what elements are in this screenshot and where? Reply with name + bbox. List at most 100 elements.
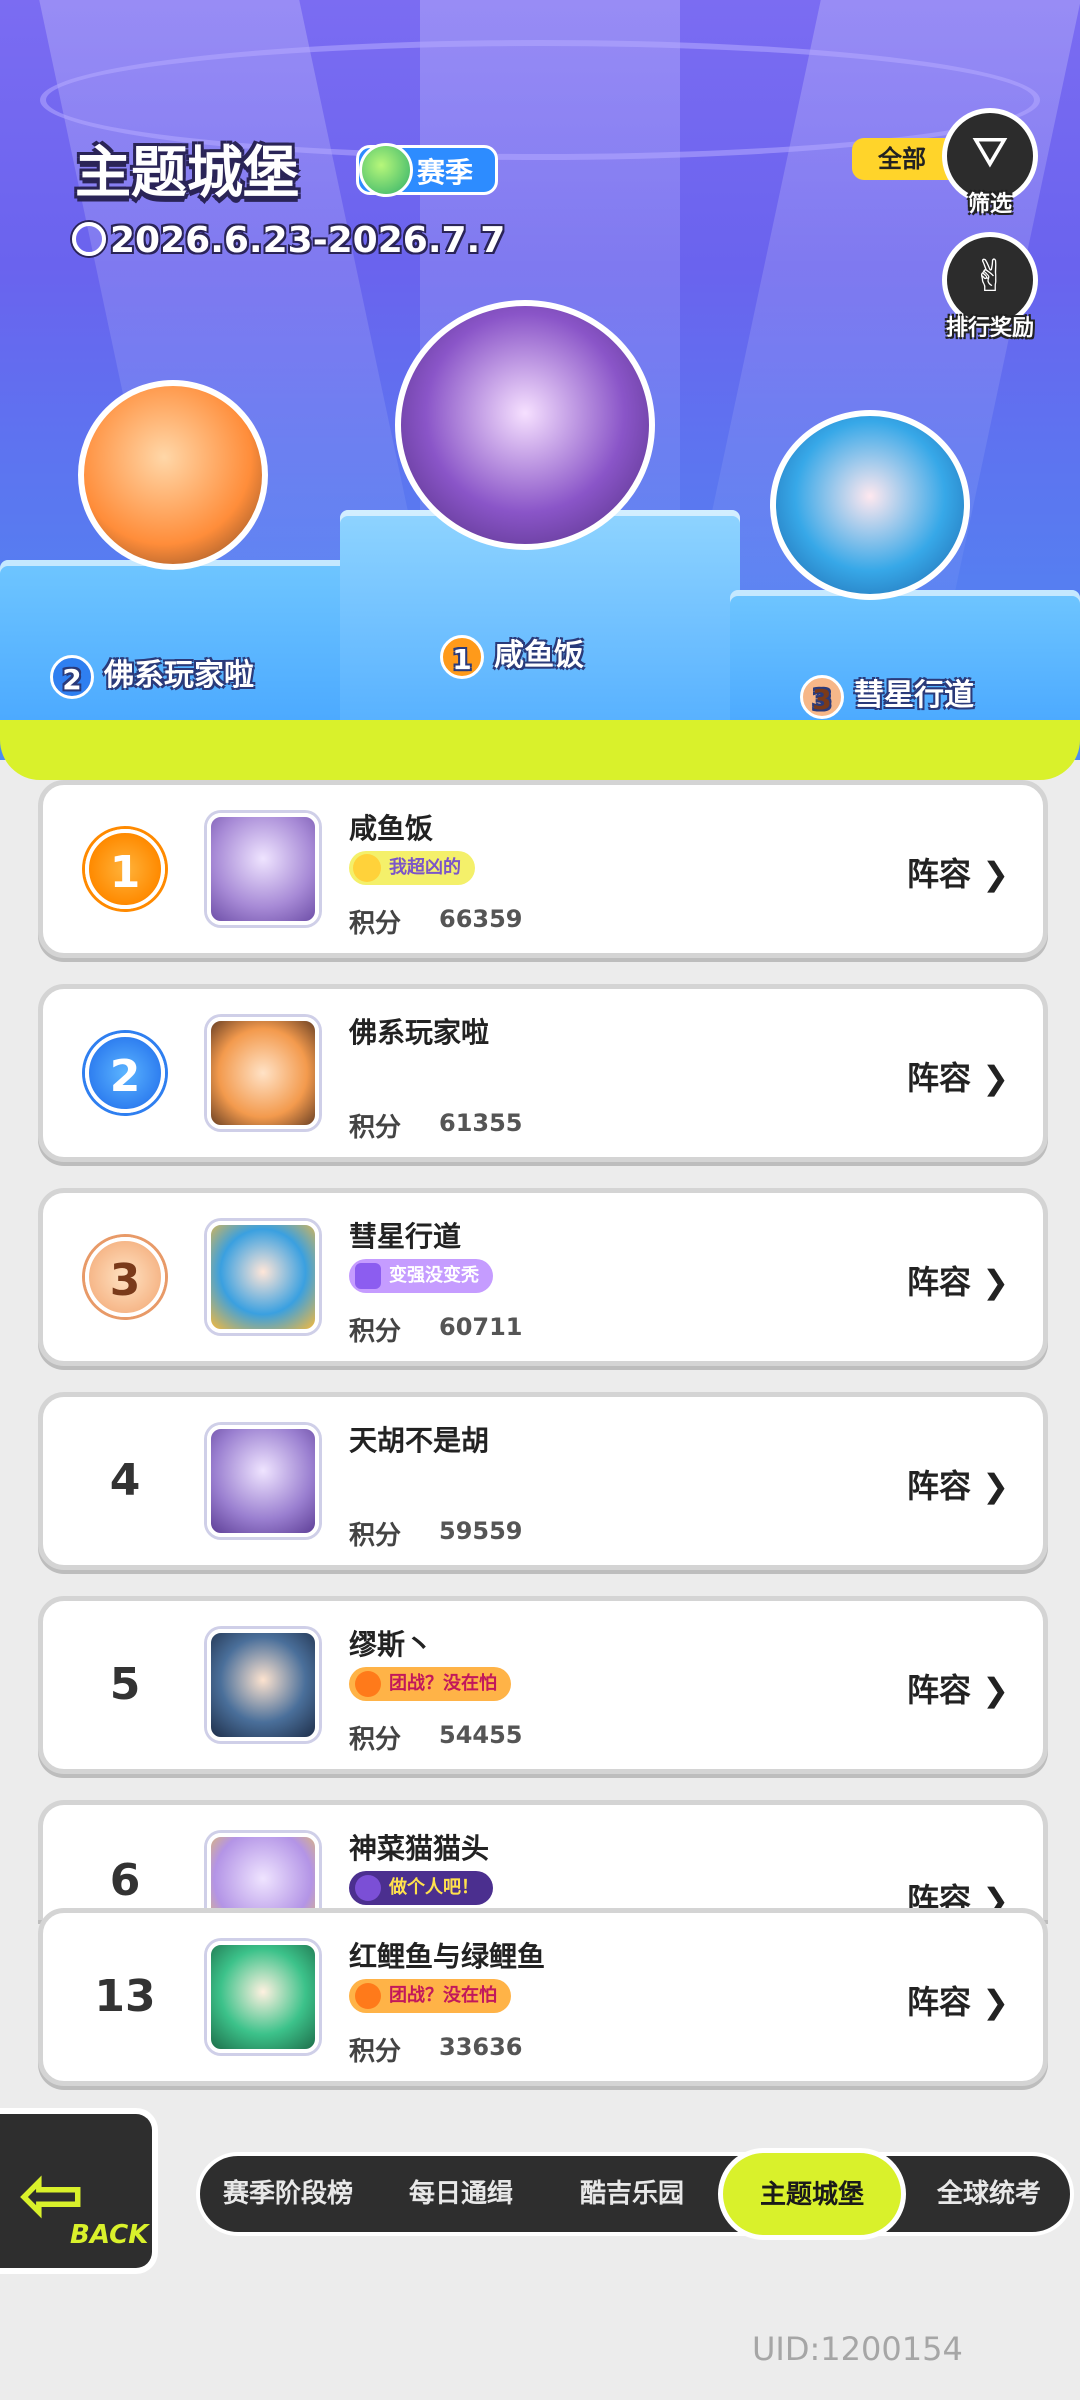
title-badge-text: 我超凶的 <box>389 857 461 878</box>
season-badge: 赛季 <box>356 143 499 197</box>
badge-icon <box>355 1875 381 1901</box>
player-name: 佛系玩家啦 <box>349 1016 490 1049</box>
score-value: 60711 <box>439 1313 523 1341</box>
title-badge: 团战？没在怕 <box>349 1979 511 2013</box>
podium-name-2: 2 佛系玩家啦 <box>50 650 254 699</box>
tab-kuji-park[interactable]: 酷吉乐园 <box>546 2156 718 2232</box>
tab-season-stage[interactable]: 赛季阶段榜 <box>200 2156 376 2232</box>
score-label: 积分 <box>349 1521 402 1551</box>
player-name: 咸鱼饭 <box>349 812 434 845</box>
lineup-button[interactable]: 阵容 ❯ <box>907 1977 1009 2023</box>
rank-medal-3: 3 <box>85 1237 165 1317</box>
lineup-button[interactable]: 阵容 ❯ <box>907 1257 1009 1303</box>
leaf-icon <box>355 1671 381 1697</box>
avatar[interactable] <box>207 1941 319 2053</box>
podium-character-3[interactable] <box>770 410 970 600</box>
gift-icon: ✌ <box>971 251 1009 302</box>
title-badge-text: 做个人吧！ <box>389 1877 479 1898</box>
avatar[interactable] <box>207 1017 319 1129</box>
chevron-right-icon: ❯ <box>971 1059 1009 1097</box>
lineup-label: 阵容 <box>907 1983 972 2021</box>
back-button[interactable]: ⇦ BACK <box>0 2108 158 2274</box>
season-badge-label: 赛季 <box>417 156 474 189</box>
rank-row-4[interactable]: 4 天胡不是胡 积分 59559 阵容 ❯ <box>38 1392 1048 1570</box>
lineup-label: 阵容 <box>907 855 972 893</box>
podium-rank-3-icon: 3 <box>800 674 844 719</box>
score-label: 积分 <box>349 1317 402 1347</box>
title-badge-text: 团战？没在怕 <box>389 1673 497 1694</box>
score-label: 积分 <box>349 909 402 939</box>
podium-name-3: 3 彗星行道 <box>800 670 974 719</box>
rank-medal-1: 1 <box>85 829 165 909</box>
player-name: 缪斯丶 <box>349 1628 434 1661</box>
lineup-label: 阵容 <box>907 1671 972 1709</box>
podium-stage-2 <box>0 560 380 730</box>
score-value: 33636 <box>439 2033 523 2061</box>
user-id: UID:1200154 <box>752 2330 963 2368</box>
podium-character-2[interactable] <box>78 380 268 570</box>
clock-icon <box>72 222 106 256</box>
player-name: 红鲤鱼与绿鲤鱼 <box>349 1940 546 1973</box>
rank-row-3[interactable]: 3 彗星行道 变强没变秃 积分 60711 阵容 ❯ <box>38 1188 1048 1366</box>
chevron-right-icon: ❯ <box>971 1983 1009 2021</box>
tab-theme-castle[interactable]: 主题城堡 <box>718 2148 906 2240</box>
filter-icon: ⛛ <box>971 127 1009 178</box>
title-badge-text: 团战？没在怕 <box>389 1985 497 2006</box>
podium-name-1: 1 咸鱼饭 <box>440 630 584 679</box>
leaf-icon <box>355 1983 381 2009</box>
player-name: 神菜猫猫头 <box>349 1832 490 1865</box>
rank-row-2[interactable]: 2 佛系玩家啦 积分 61355 阵容 ❯ <box>38 984 1048 1162</box>
chevron-right-icon: ❯ <box>971 1671 1009 1709</box>
score-label: 积分 <box>349 2037 402 2067</box>
lineup-button[interactable]: 阵容 ❯ <box>907 849 1009 895</box>
slime-divider <box>0 720 1080 780</box>
avatar[interactable] <box>207 1833 319 1920</box>
score-value: 66359 <box>439 905 523 933</box>
tab-daily-wanted[interactable]: 每日通缉 <box>376 2156 546 2232</box>
rank-reward-label: 排行奖励 <box>945 316 1034 341</box>
avatar[interactable] <box>207 1425 319 1537</box>
score-label: 积分 <box>349 1113 402 1143</box>
podium-rank-1-icon: 1 <box>440 634 484 679</box>
page-title: 主题城堡 <box>75 141 299 206</box>
chevron-right-icon: ❯ <box>971 1263 1009 1301</box>
chevron-right-icon: ❯ <box>971 1467 1009 1505</box>
score-label: 积分 <box>349 1725 402 1755</box>
title-badge: 做个人吧！ <box>349 1871 493 1905</box>
self-rank-row[interactable]: 13 红鲤鱼与绿鲤鱼 团战？没在怕 积分 33636 阵容 ❯ <box>38 1908 1048 2086</box>
rank-number: 4 <box>85 1441 165 1521</box>
podium-character-1[interactable] <box>395 300 655 550</box>
chevron-right-icon: ❯ <box>971 855 1009 893</box>
rank-number: 13 <box>85 1957 165 2037</box>
tab-bar: 赛季阶段榜 每日通缉 酷吉乐园 主题城堡 全球统考 <box>196 2148 1074 2240</box>
lineup-label: 阵容 <box>907 1263 972 1301</box>
rank-row-6[interactable]: 6 神菜猫猫头 做个人吧！ 阵容 ❯ <box>38 1800 1048 1920</box>
fist-icon <box>355 1263 381 1289</box>
podium-name-2-text: 佛系玩家啦 <box>104 658 254 693</box>
avatar[interactable] <box>207 1629 319 1741</box>
title-badge: 团战？没在怕 <box>349 1667 511 1701</box>
lineup-button[interactable]: 阵容 ❯ <box>907 1053 1009 1099</box>
header-banner: 2 佛系玩家啦 1 咸鱼饭 3 彗星行道 主题城堡 赛季 2026.6.23-2026… <box>0 0 1080 760</box>
avatar[interactable] <box>207 1221 319 1333</box>
rank-number: 5 <box>85 1645 165 1725</box>
lineup-button[interactable]: 阵容 ❯ <box>907 1665 1009 1711</box>
tab-global-exam[interactable]: 全球统考 <box>906 2156 1072 2232</box>
podium-name-3-text: 彗星行道 <box>854 678 974 713</box>
globe-icon <box>359 143 413 197</box>
avatar[interactable] <box>207 813 319 925</box>
title-badge: 我超凶的 <box>349 851 475 885</box>
back-label: BACK <box>70 2220 149 2250</box>
lineup-label: 阵容 <box>907 1467 972 1505</box>
rank-row-5[interactable]: 5 缪斯丶 团战？没在怕 积分 54455 阵容 ❯ <box>38 1596 1048 1774</box>
rank-medal-2: 2 <box>85 1033 165 1113</box>
rank-row-1[interactable]: 1 咸鱼饭 我超凶的 积分 66359 阵容 ❯ <box>38 780 1048 958</box>
podium-rank-2-icon: 2 <box>50 654 94 699</box>
season-date: 2026.6.23-2026.7.7 <box>72 220 505 261</box>
lineup-label: 阵容 <box>907 1059 972 1097</box>
podium-name-1-text: 咸鱼饭 <box>494 638 584 673</box>
lineup-button[interactable]: 阵容 ❯ <box>907 1461 1009 1507</box>
moon-icon <box>353 854 381 882</box>
player-name: 彗星行道 <box>349 1220 462 1253</box>
score-value: 59559 <box>439 1517 523 1545</box>
